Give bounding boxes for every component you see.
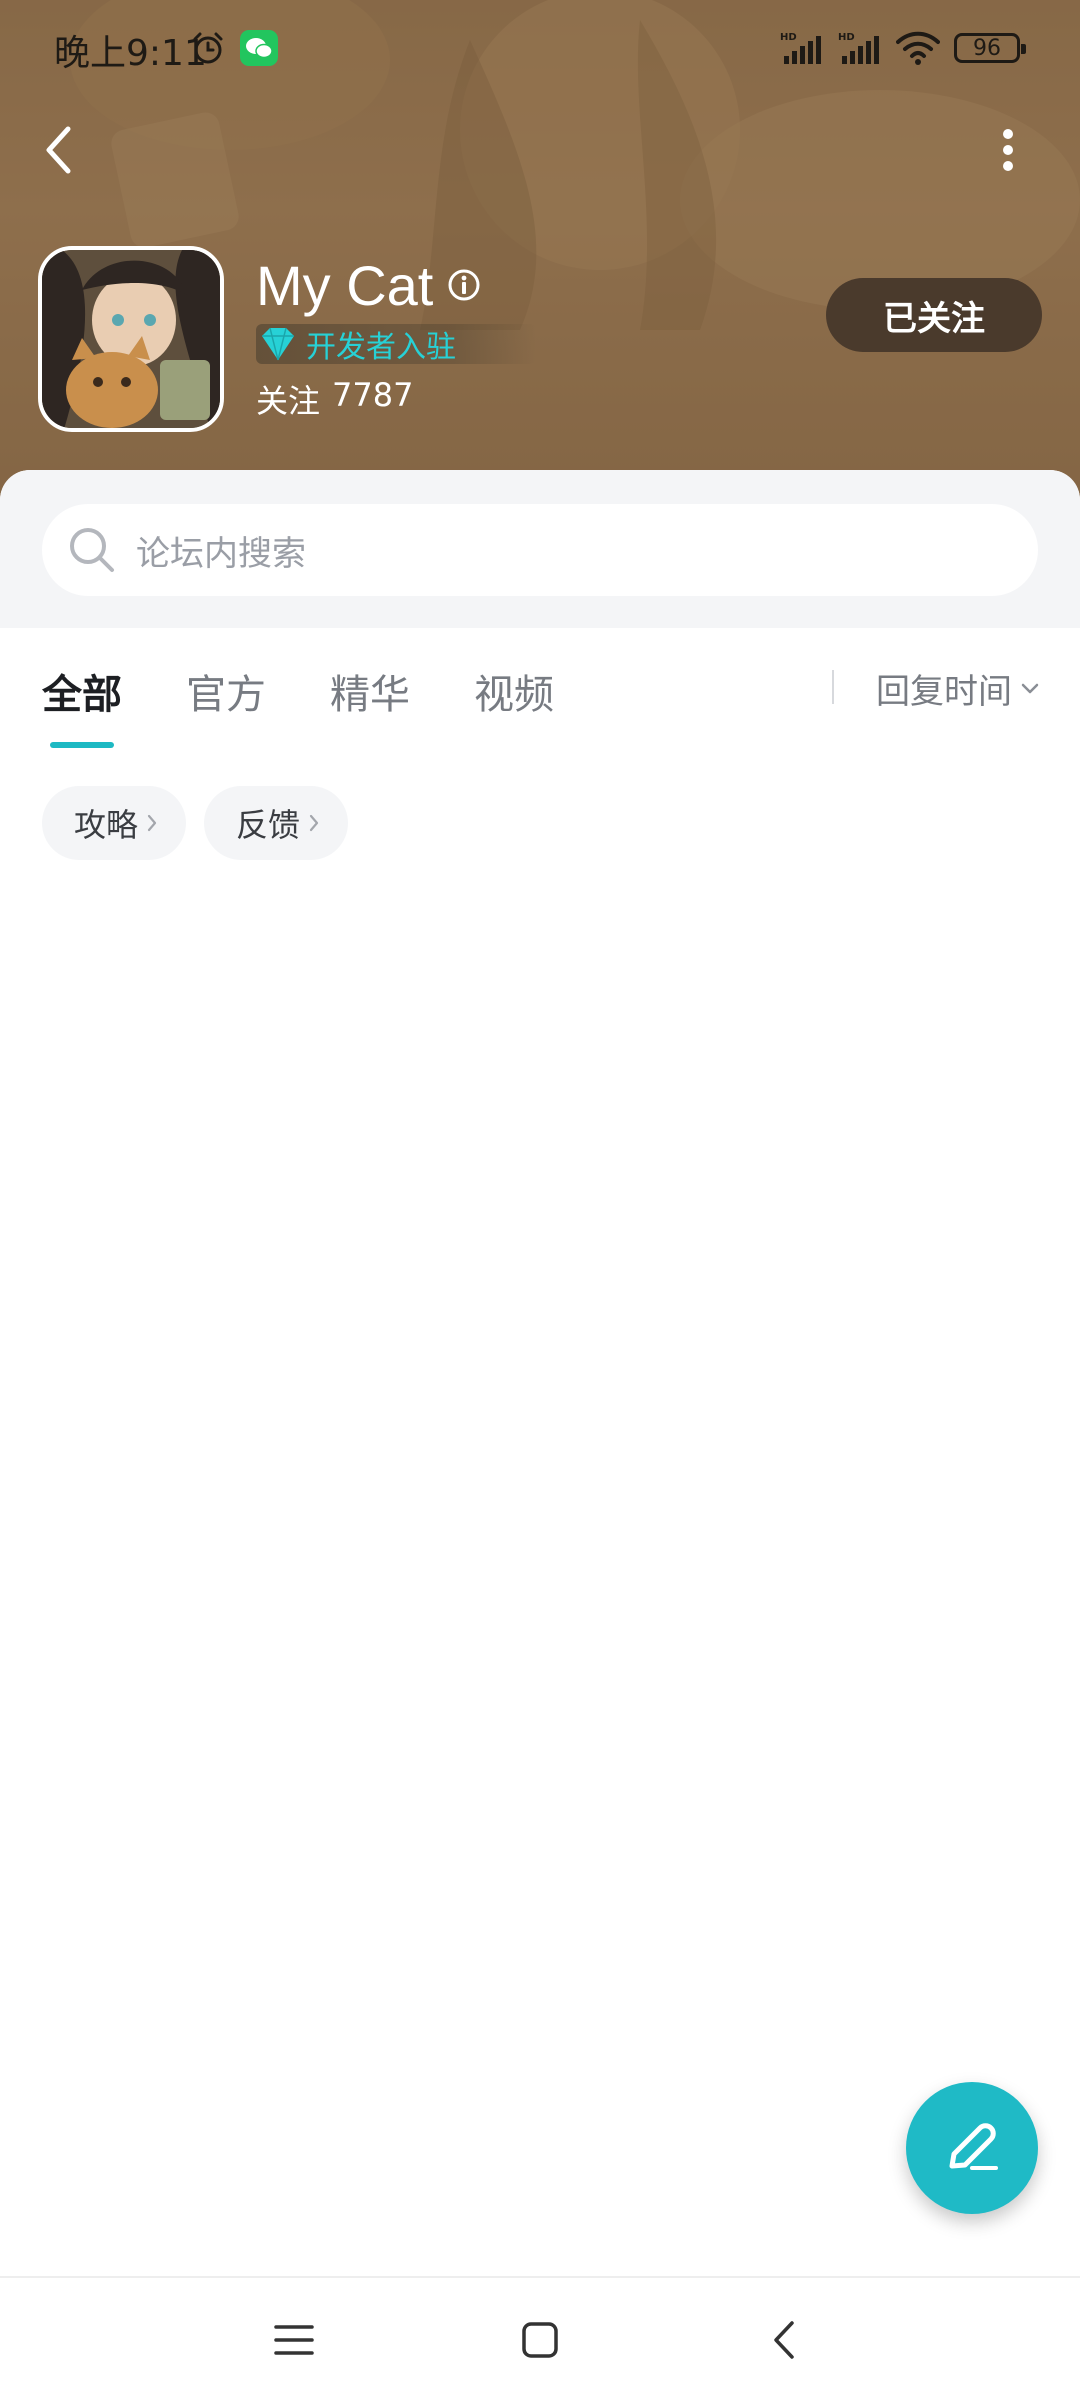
svg-text:HD: HD: [838, 32, 855, 43]
developer-badge: 开发者入驻: [256, 324, 536, 365]
status-bar: 晚上9:11 HD HD 96: [0, 0, 1080, 100]
follower-label: 关注: [256, 382, 321, 420]
follower-number: 7787: [332, 376, 414, 414]
chip-label: 攻略: [74, 806, 139, 844]
forum-title: My Cat: [256, 253, 434, 317]
home-button[interactable]: [508, 2308, 572, 2372]
battery-level: 96: [973, 35, 1001, 61]
tabs-divider: [832, 670, 834, 704]
tab-video[interactable]: 视频: [474, 662, 554, 720]
developer-badge-label: 开发者入驻: [306, 330, 456, 365]
info-icon[interactable]: [447, 268, 481, 302]
signal-hd-icon: HD: [780, 32, 821, 64]
forum-title-row: My Cat: [256, 250, 481, 320]
diamond-icon: [262, 327, 294, 361]
chevron-down-icon: [1021, 683, 1039, 693]
back-chevron-icon: [774, 2321, 794, 2359]
back-button[interactable]: [30, 118, 86, 182]
category-chips: 攻略 反馈: [42, 786, 349, 860]
following-button[interactable]: 已关注: [826, 278, 1042, 352]
status-right-icons: HD HD 96: [780, 28, 1026, 68]
chip-feedback[interactable]: 反馈: [204, 786, 349, 860]
chip-guides[interactable]: 攻略: [42, 786, 187, 860]
wechat-icon: [240, 30, 278, 66]
more-button[interactable]: [990, 118, 1026, 182]
follower-count: 关注 7787: [256, 376, 413, 422]
tab-official[interactable]: 官方: [186, 662, 266, 720]
menu-icon: [274, 2325, 314, 2355]
sort-label: 回复时间: [876, 672, 1012, 712]
forum-avatar[interactable]: [38, 246, 224, 432]
battery-icon: 96: [954, 33, 1026, 63]
edit-pen-icon: [949, 2123, 998, 2170]
chevron-right-icon: [309, 814, 319, 832]
search-icon: [70, 528, 114, 572]
wifi-icon: [896, 31, 940, 65]
search-area: 论坛内搜索: [0, 470, 1080, 628]
tab-all[interactable]: 全部: [42, 662, 122, 720]
chip-label: 反馈: [236, 806, 301, 844]
more-vertical-icon: [1003, 129, 1013, 171]
alarm-icon: [193, 32, 223, 64]
tab-featured[interactable]: 精华: [330, 662, 410, 720]
forum-content-panel: 论坛内搜索 全部 官方 精华 视频 回复时间 攻略 反馈: [0, 470, 1080, 2276]
svg-text:HD: HD: [780, 32, 797, 43]
chevron-right-icon: [147, 814, 157, 832]
avatar-artwork: [42, 250, 220, 428]
sort-dropdown[interactable]: 回复时间: [876, 664, 1040, 713]
system-navigation-bar: [0, 2276, 1080, 2400]
status-time: 晚上9:11: [54, 33, 207, 74]
home-square-icon: [522, 2322, 558, 2358]
recent-apps-button[interactable]: [262, 2308, 326, 2372]
system-back-button[interactable]: [752, 2308, 816, 2372]
forum-header: 晚上9:11 HD HD 96 My Cat 开发者入驻 关注 7787 已关注: [0, 0, 1080, 520]
signal-hd-icon: HD: [838, 32, 879, 64]
search-input[interactable]: 论坛内搜索: [42, 504, 1038, 596]
search-placeholder: 论坛内搜索: [136, 533, 306, 574]
active-tab-indicator: [50, 742, 114, 748]
new-post-button[interactable]: [906, 2082, 1038, 2214]
chevron-left-icon: [46, 126, 71, 174]
